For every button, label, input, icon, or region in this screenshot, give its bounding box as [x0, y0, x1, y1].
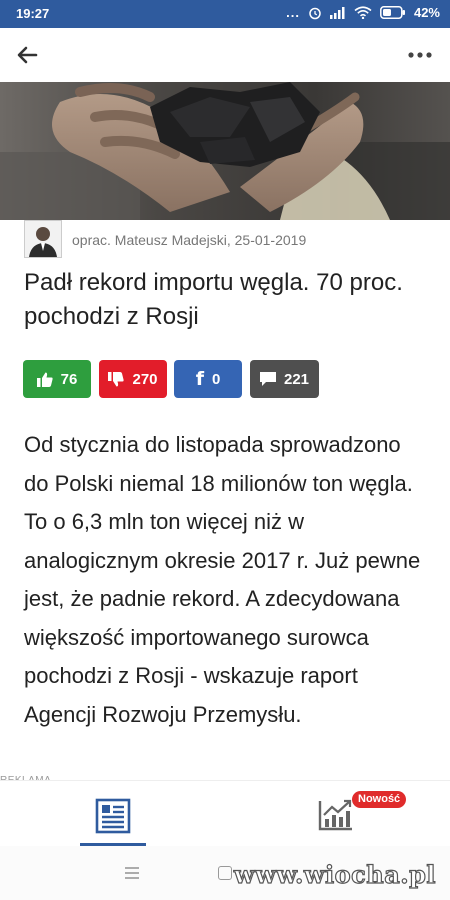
signal-icon: [329, 6, 345, 19]
facebook-icon: f: [195, 368, 204, 390]
like-count: 76: [60, 370, 78, 388]
site-watermark: www.wiocha.pl: [233, 859, 436, 889]
back-button[interactable]: [12, 41, 42, 69]
dislike-count: 270: [132, 370, 158, 388]
comment-count: 221: [283, 370, 310, 388]
byline: oprac. Mateusz Madejski, 25-01-2019: [24, 220, 434, 260]
bottom-navigation: Nowość: [0, 780, 450, 847]
article-actions: 76 270 f 0 221: [23, 360, 433, 398]
facebook-share-count: 0: [211, 370, 221, 388]
author-photo: [25, 221, 61, 257]
status-time: 19:27: [16, 6, 50, 21]
article-body: Od stycznia do listopada sprowadzono do …: [24, 432, 421, 727]
dislike-button[interactable]: 270: [99, 360, 167, 398]
app-bar: [0, 28, 450, 82]
chart-trending-icon: [318, 799, 352, 831]
battery-percent: 42%: [413, 5, 440, 20]
article-title: Padł rekord importu węgla. 70 proc. poch…: [24, 269, 403, 330]
status-dots: ...: [286, 5, 300, 20]
new-badge: Nowość: [352, 791, 407, 808]
facebook-share-button[interactable]: f 0: [174, 360, 242, 398]
nav-trending-tab[interactable]: [316, 797, 356, 833]
status-icons: ... 42%: [286, 5, 440, 20]
author-avatar: [24, 220, 62, 258]
thumbs-down-icon: [108, 371, 125, 386]
more-horizontal-icon: [408, 52, 432, 58]
battery-icon: [380, 6, 405, 19]
menu-icon[interactable]: [125, 867, 139, 879]
comment-icon: [259, 371, 276, 386]
arrow-left-icon: [17, 46, 38, 64]
coal-in-hands-illustration: [0, 82, 450, 220]
status-bar: 19:27 ... 42%: [0, 0, 450, 28]
alarm-icon: [309, 7, 321, 19]
newspaper-icon: [95, 798, 131, 834]
like-button[interactable]: 76: [23, 360, 91, 398]
hero-image: [0, 82, 450, 220]
nav-news-tab[interactable]: [80, 781, 146, 847]
thumbs-up-icon: [36, 372, 53, 387]
more-options-button[interactable]: [406, 41, 436, 69]
home-square-icon[interactable]: [218, 866, 232, 880]
author-and-date: oprac. Mateusz Madejski, 25-01-2019: [72, 232, 307, 248]
comments-button[interactable]: 221: [250, 360, 319, 398]
system-navigation-bar: www.wiocha.pl: [0, 846, 450, 900]
wifi-icon: [354, 6, 372, 19]
